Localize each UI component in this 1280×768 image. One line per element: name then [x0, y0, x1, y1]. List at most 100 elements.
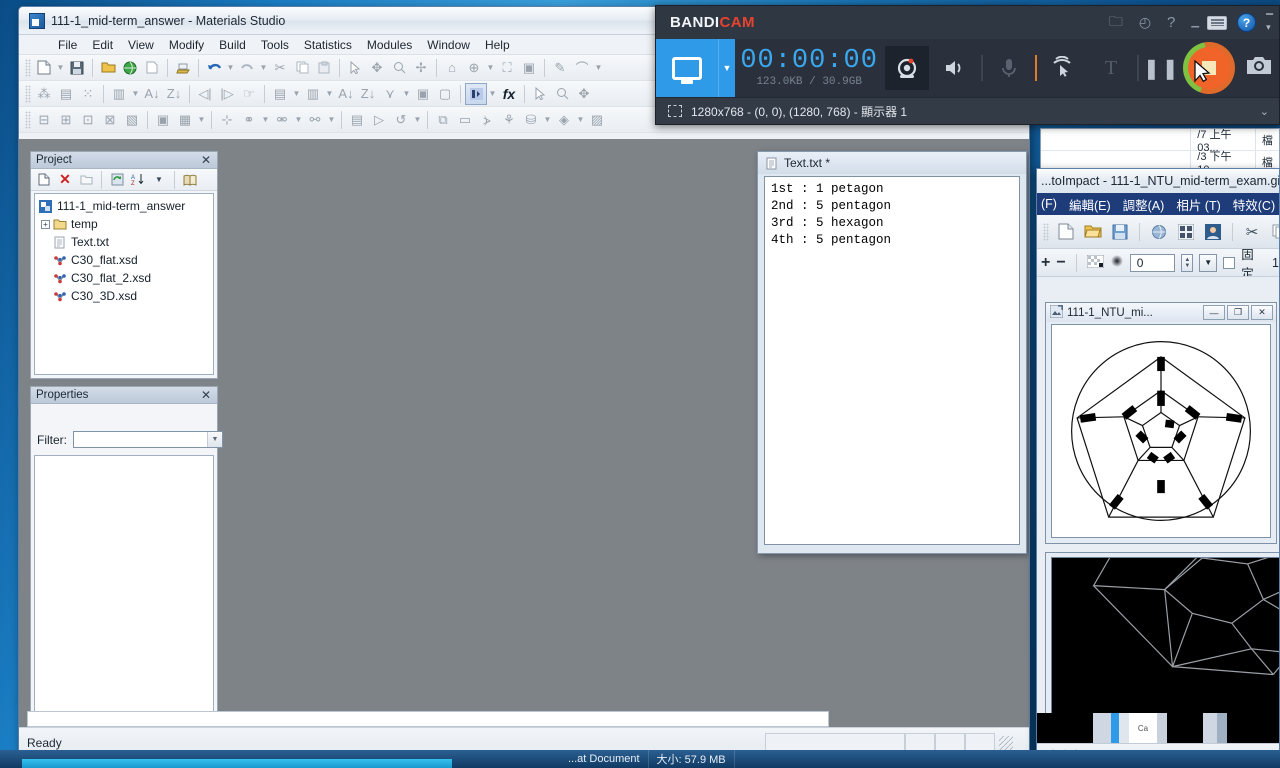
photoimpact-menubar[interactable]: (F) 編輯(E) 調整(A) 相片 (T) 特效(C)	[1037, 193, 1279, 215]
hierarchy-icon[interactable]: ⧉	[432, 109, 454, 131]
zoom-out-minus-label[interactable]: −	[1056, 254, 1065, 272]
pi-menu-file[interactable]: (F)	[1041, 197, 1057, 211]
pi-menu-edit[interactable]: 編輯(E)	[1069, 195, 1111, 214]
keyboard-icon[interactable]	[1207, 15, 1228, 30]
loop-icon[interactable]: ↺	[390, 109, 412, 131]
mode-dropdown-chevron-down-icon[interactable]: ▼	[717, 39, 736, 97]
print-icon[interactable]	[172, 57, 194, 79]
sort-za-icon[interactable]: Z↓	[163, 83, 185, 105]
undo-dropdown-icon[interactable]: ▼	[225, 57, 236, 79]
filter-row[interactable]: Filter: ▼	[37, 431, 223, 448]
measure-icon[interactable]: ✎	[549, 57, 571, 79]
import-web-icon[interactable]	[119, 57, 141, 79]
sort-az-icon[interactable]: AZ	[128, 170, 148, 189]
constraint-icon[interactable]: ⚘	[498, 109, 520, 131]
filmstrip-thumb[interactable]: Ca	[1129, 713, 1157, 743]
project-tree[interactable]: 111-1_mid-term_answer + temp Text.txt C3…	[34, 193, 214, 375]
measure-dropdown-icon[interactable]: ▼	[593, 57, 604, 79]
tree-item-text-txt[interactable]: Text.txt	[38, 233, 213, 251]
tree-item-c30-3d[interactable]: C30_3D.xsd	[38, 287, 213, 305]
histogram-dropdown-icon[interactable]: ▼	[324, 83, 335, 105]
record-stop-button[interactable]	[1183, 42, 1235, 94]
new-document-icon[interactable]	[33, 57, 55, 79]
text-document-titlebar[interactable]: Text.txt *	[758, 152, 1026, 174]
project-panel-toolbar[interactable]: ✕ AZ ▼	[31, 169, 217, 191]
menu-view[interactable]: View	[121, 37, 161, 53]
soft-edge-icon[interactable]	[1110, 254, 1124, 271]
bandicam-top-icons[interactable]: 🗀 ◴ ? ▁	[1109, 11, 1207, 35]
hydrogen-dropdown-icon[interactable]: ▼	[326, 109, 337, 131]
open-folder-icon[interactable]	[1081, 220, 1105, 244]
calculator-icon[interactable]: ▤	[269, 83, 291, 105]
refresh-icon[interactable]	[107, 170, 127, 189]
chart-icon[interactable]: ▥	[108, 83, 130, 105]
screen-record-mode-button[interactable]	[656, 39, 718, 97]
close-icon[interactable]: ✕	[1251, 305, 1273, 320]
bandicam-control-row[interactable]: ▼ 00:00:00 123.0KB / 30.9GB T ❚❚	[656, 39, 1279, 97]
function-icon[interactable]: fx	[498, 83, 520, 105]
photo-icon[interactable]	[1201, 220, 1225, 244]
photoimpact-toolbar[interactable]: ✂	[1037, 215, 1279, 249]
bandicam-window[interactable]: BANDICAM 🗀 ◴ ? ▁ ? ▔ ▾ ▼ 00:00:00 123.0KB…	[655, 5, 1280, 125]
symmetry-dropdown-icon[interactable]: ▼	[575, 109, 586, 131]
help-question-icon[interactable]: ?	[1167, 14, 1175, 31]
close-icon[interactable]: ✕	[199, 389, 213, 401]
folder-icon[interactable]: 🗀	[1109, 11, 1123, 35]
label-atoms-icon[interactable]: ▤	[55, 83, 77, 105]
redo-dropdown-icon[interactable]: ▼	[258, 57, 269, 79]
filmstrip-thumb[interactable]	[1167, 713, 1203, 743]
menu-window[interactable]: Window	[420, 37, 477, 53]
single-bond-icon[interactable]: ⚭	[238, 109, 260, 131]
camera-icon[interactable]	[1239, 55, 1279, 82]
insert-right-icon[interactable]: ⊞	[55, 109, 77, 131]
bandicam-window-buttons[interactable]: ? ▔ ▾	[1207, 13, 1279, 32]
text-document-body[interactable]: 1st : 1 petagon 2nd : 5 pentagon 3rd : 5…	[764, 176, 1020, 545]
help-circle-icon[interactable]: ?	[1237, 13, 1257, 32]
pause-icon[interactable]: ❚❚	[1143, 56, 1179, 81]
script-icon[interactable]: ▤	[346, 109, 368, 131]
supercell-icon[interactable]: ▦	[174, 109, 196, 131]
windows-taskbar[interactable]: ...at Document 大小: 57.9 MB	[0, 750, 1280, 768]
center-view-icon[interactable]: ⊕	[463, 57, 485, 79]
insert-above-icon[interactable]: ⊡	[77, 109, 99, 131]
checkerboard-icon[interactable]	[1086, 254, 1105, 271]
tree-item-c30-flat[interactable]: C30_flat.xsd	[38, 251, 213, 269]
menu-help[interactable]: Help	[478, 37, 517, 53]
more-tools-icon[interactable]: ▨	[586, 109, 608, 131]
camera-view-icon[interactable]: ▣	[518, 57, 540, 79]
sort-ascending-icon[interactable]: A↓	[335, 83, 357, 105]
fixed-checkbox[interactable]	[1223, 256, 1236, 269]
pi-menu-photo[interactable]: 相片 (T)	[1176, 195, 1220, 214]
paste-icon[interactable]	[313, 57, 335, 79]
forcefield-dropdown-icon[interactable]: ▼	[542, 109, 553, 131]
minimize-icon[interactable]: —	[1203, 305, 1225, 320]
delete-icon[interactable]: ✕	[55, 170, 75, 189]
filmstrip-thumb[interactable]	[1227, 713, 1279, 743]
view-dropdown-icon[interactable]: ▼	[485, 57, 496, 79]
insert-below-icon[interactable]: ⊠	[99, 109, 121, 131]
rotate-icon[interactable]: ✢	[410, 57, 432, 79]
study-table-icon[interactable]	[465, 82, 487, 105]
image-document-window[interactable]: 111-1_NTU_mi... — ❐ ✕	[1045, 302, 1277, 544]
background-explorer-window[interactable]: /7 上午 03... 檔 /3 下午 10... 檔	[1040, 128, 1280, 173]
toolbar-grip[interactable]	[1043, 222, 1049, 241]
bandicam-tools[interactable]: T ❚❚	[883, 39, 1279, 97]
minimize-icon[interactable]: ▁	[1191, 17, 1199, 28]
text-overlay-icon[interactable]: T	[1089, 46, 1133, 90]
insert-left-icon[interactable]: ⊟	[33, 109, 55, 131]
select-arrow-icon[interactable]	[344, 57, 366, 79]
rotate-tool-icon[interactable]: ✥	[573, 83, 595, 105]
text-document-window[interactable]: Text.txt * 1st : 1 petagon 2nd : 5 penta…	[757, 151, 1027, 554]
properties-panel[interactable]: Properties ✕ Filter: ▼	[30, 386, 223, 757]
pointer-tool-icon[interactable]	[529, 83, 551, 105]
zoom-icon[interactable]	[388, 57, 410, 79]
sort-az-icon[interactable]: A↓	[141, 83, 163, 105]
save-icon[interactable]	[66, 57, 88, 79]
filmstrip-panel[interactable]: Ca	[1037, 713, 1279, 743]
thumbnail-icon[interactable]	[1174, 220, 1198, 244]
cut-icon[interactable]: ✂	[269, 57, 291, 79]
library-icon[interactable]	[180, 170, 200, 189]
double-bond-icon[interactable]: ⚮	[271, 109, 293, 131]
pi-menu-effects[interactable]: 特效(C)	[1233, 195, 1275, 214]
chevron-down-icon[interactable]: ⌄	[1260, 105, 1269, 118]
